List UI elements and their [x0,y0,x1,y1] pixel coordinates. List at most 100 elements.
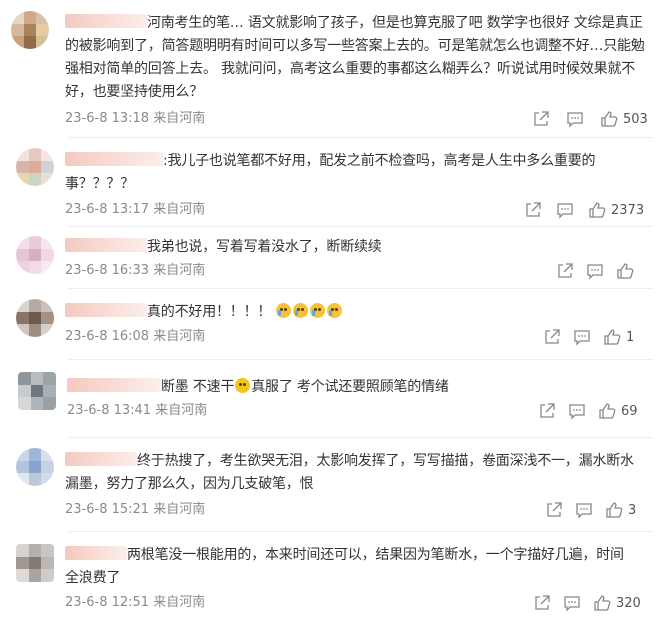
avatar-tile [30,384,44,398]
comment-icon[interactable] [568,402,586,420]
like-icon [605,501,623,519]
avatar-tile [28,473,42,486]
avatar-tile [23,11,37,24]
like-button[interactable]: 3 [605,501,636,519]
comment-actions: 3 [545,501,636,519]
avatar-tile [16,556,29,570]
comment-icon[interactable] [575,501,593,519]
comment-item: 河南考生的笔… 语文就影响了孩子，但是也算克服了吧 数学字也很好 文综是真正的被… [0,0,659,135]
share-icon[interactable] [524,201,542,219]
avatar-tile [41,236,54,249]
share-icon[interactable] [533,594,551,612]
comment-actions: 320 [533,594,641,612]
avatar-tile [16,569,29,582]
share-icon[interactable] [538,402,556,420]
avatar-tile [16,460,29,474]
like-icon [598,402,616,420]
comment-actions [556,262,639,280]
like-count: 320 [616,595,641,611]
like-count: 2373 [611,202,645,218]
avatar-tile [11,23,24,37]
timestamp: 23-6-8 16:33 [65,263,150,278]
comment-text: 河南考生的笔… 语文就影响了孩子，但是也算克服了吧 数学字也很好 文综是真正的被… [65,14,645,100]
avatar-tile [41,173,54,186]
timestamp: 23-6-8 13:41 [67,403,152,418]
avatar-tile [28,544,42,557]
username-blurred[interactable] [65,303,147,317]
comment-actions: 69 [538,402,638,420]
avatar-tile [16,544,29,557]
share-icon[interactable] [543,328,561,346]
comment-icon[interactable] [586,262,604,280]
comment-meta: 23-6-8 12:51 来自河南 [65,594,205,612]
timestamp: 23-6-8 16:08 [65,329,150,344]
avatar[interactable] [11,11,49,49]
avatar-tile [16,473,29,486]
comment-item: :我儿子也说笔都不好用，配发之前不检查吗，高考是人生中多么重要的事？？？？ 23… [0,138,659,226]
comment-text: 真的不好用！！！！ [65,301,625,324]
username-blurred[interactable] [67,378,161,392]
crying-emoji-icon [276,303,292,318]
timestamp: 23-6-8 13:18 [65,111,150,126]
like-button[interactable] [616,262,639,280]
avatar-tile [36,36,49,49]
avatar-tile [16,324,29,337]
avatar-tile [28,160,42,174]
avatar-tile [28,148,42,161]
username-blurred[interactable] [65,546,127,560]
avatar[interactable] [16,299,54,337]
avatar[interactable] [16,148,54,186]
comment-item: 我弟也说，写着写着没水了，断断续续 23-6-8 16:33 来自河南 [0,227,659,287]
like-button[interactable]: 1 [603,328,634,346]
comment-icon[interactable] [563,594,581,612]
avatar-tile [16,160,29,174]
comment-icon[interactable] [573,328,591,346]
like-button[interactable]: 2373 [588,201,644,219]
avatar-tile [28,569,42,582]
location: 来自河南 [153,263,206,278]
comment-actions: 2373 [524,201,644,219]
like-button[interactable]: 69 [598,402,638,420]
username-blurred[interactable] [65,14,147,28]
avatar-tile [28,324,42,337]
username-blurred[interactable] [65,152,163,166]
avatar-tile [28,261,42,274]
avatar[interactable] [18,372,56,410]
avatar[interactable] [16,448,54,486]
avatar-tile [41,448,54,461]
like-button[interactable]: 320 [593,594,641,612]
like-button[interactable]: 503 [600,110,648,128]
comment-text: 终于热搜了，考生欲哭无泪，太影响发挥了，写写描描，卷面深浅不一，漏水断水漏墨，努… [65,452,634,492]
comment-meta: 23-6-8 13:17 来自河南 [65,201,205,219]
avatar-tile [16,299,29,312]
comment-meta: 23-6-8 13:18 来自河南 [65,110,205,128]
avatar-tile [28,460,42,474]
avatar[interactable] [16,236,54,274]
share-icon[interactable] [556,262,574,280]
avatar[interactable] [16,544,54,582]
comment-item: 两根笔没一根能用的，本来时间还可以，结果因为笔断水，一个字描好几遍，时间全浪费了… [0,532,659,627]
username-blurred[interactable] [65,452,137,466]
comment-icon[interactable] [556,201,574,219]
avatar-tile [16,448,29,461]
location: 来自河南 [153,111,206,126]
like-icon [600,110,618,128]
comment-icon[interactable] [566,110,584,128]
like-icon [588,201,606,219]
like-count: 3 [628,502,637,518]
share-icon[interactable] [545,501,563,519]
crying-emoji-icon [310,303,326,318]
like-count: 503 [623,111,648,127]
comment-item: 真的不好用！！！！ 23-6-8 16:08 来自河南 1 [0,289,659,355]
avatar-tile [43,397,56,410]
avatar-tile [23,23,37,37]
share-icon[interactable] [532,110,550,128]
avatar-tile [41,556,54,570]
username-blurred[interactable] [65,238,147,252]
comment-text: 我弟也说，写着写着没水了，断断续续 [65,236,625,259]
avatar-tile [30,372,44,385]
avatar-tile [41,299,54,312]
location: 来自河南 [153,595,206,610]
avatar-tile [23,36,37,49]
location: 来自河南 [153,502,206,517]
